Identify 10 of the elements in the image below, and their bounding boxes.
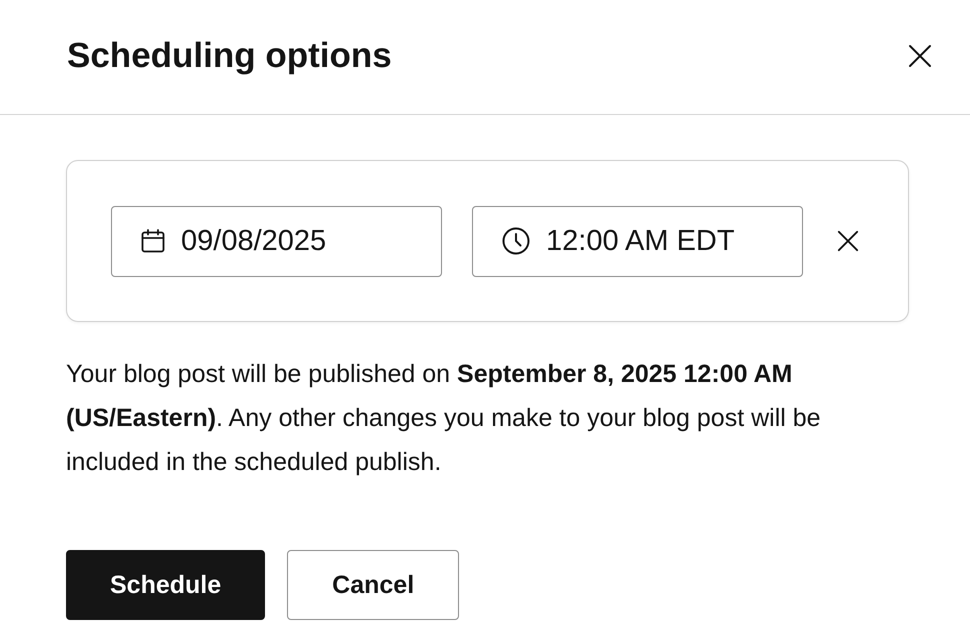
- clear-icon[interactable]: [837, 230, 859, 252]
- dialog-title: Scheduling options: [67, 36, 392, 76]
- schedule-button[interactable]: Schedule: [66, 550, 266, 620]
- close-icon[interactable]: [908, 44, 932, 68]
- schedule-message: Your blog post will be published on September 8, 2025 12:00 AM (US/Eastern). Any other changes you make to your blog post will be included in the scheduled publish.: [66, 359, 822, 478]
- date-field[interactable]: 09/08/2025: [111, 206, 442, 276]
- clock-icon: [502, 227, 530, 255]
- calendar-icon: [141, 229, 165, 253]
- cancel-button[interactable]: Cancel: [287, 550, 460, 620]
- time-field[interactable]: 12:00 AM EDT: [472, 206, 803, 276]
